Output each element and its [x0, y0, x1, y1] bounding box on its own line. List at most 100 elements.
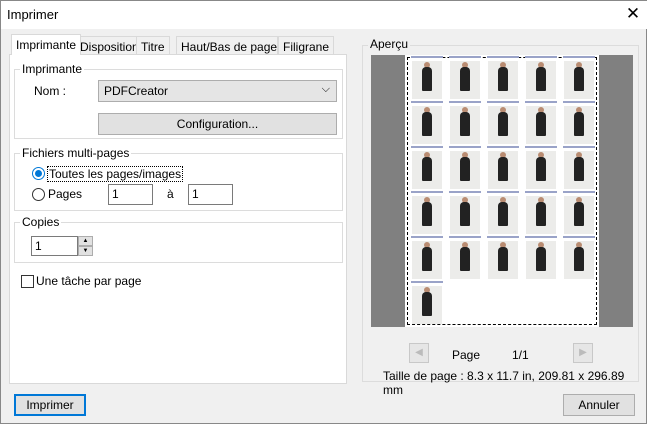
player-thumbnail	[449, 146, 481, 189]
thumbnail-caption	[487, 191, 519, 193]
player-thumbnail	[487, 191, 519, 234]
player-thumbnail	[563, 101, 595, 144]
player-thumbnail	[411, 56, 443, 99]
tab-haut-bas[interactable]: Haut/Bas de page	[176, 36, 278, 55]
player-thumbnail	[563, 146, 595, 189]
player-thumbnail	[525, 146, 557, 189]
player-thumbnail	[487, 236, 519, 279]
player-thumbnail	[449, 101, 481, 144]
thumbnail-figure	[460, 67, 470, 91]
cancel-button[interactable]: Annuler	[563, 394, 635, 416]
next-page-button[interactable]: ▶	[573, 343, 593, 363]
thumbnail-caption	[563, 146, 595, 148]
pages-label[interactable]: Pages	[48, 187, 82, 201]
thumbnail-figure	[536, 247, 546, 271]
thumbnail-figure	[422, 112, 432, 136]
thumbnail-figure	[498, 157, 508, 181]
printer-select[interactable]: PDFCreator ⌵	[98, 80, 337, 102]
player-thumbnail	[411, 281, 443, 324]
copies-up-button[interactable]: ▲	[78, 236, 93, 246]
player-thumbnail	[563, 191, 595, 234]
thumbnail-figure	[536, 112, 546, 136]
thumbnail-figure	[460, 247, 470, 271]
page-size-text: Taille de page : 8.3 x 11.7 in, 209.81 x…	[383, 369, 625, 397]
thumbnail-figure	[498, 247, 508, 271]
all-pages-label[interactable]: Toutes les pages/images	[47, 166, 184, 182]
pages-radio[interactable]	[32, 188, 45, 201]
copies-input[interactable]: 1	[31, 236, 78, 256]
print-button[interactable]: Imprimer	[14, 394, 86, 416]
tab-filigrane[interactable]: Filigrane	[278, 36, 335, 55]
thumbnail-caption	[563, 56, 595, 58]
player-thumbnail	[563, 236, 595, 279]
close-icon[interactable]: ✕	[623, 4, 643, 24]
thumbnail-figure	[574, 202, 584, 226]
thumbnail-figure	[460, 157, 470, 181]
title-bar	[1, 1, 647, 29]
page-from-input[interactable]: 1	[108, 184, 153, 205]
thumbnail-caption	[525, 56, 557, 58]
previous-page-button[interactable]: ◀	[409, 343, 429, 363]
thumbnail-figure	[536, 67, 546, 91]
chevron-down-icon: ⌵	[321, 83, 330, 95]
thumbnail-caption	[487, 56, 519, 58]
one-job-checkbox[interactable]	[21, 275, 34, 288]
page-to-input[interactable]: 1	[188, 184, 233, 205]
all-pages-radio[interactable]	[32, 167, 45, 180]
thumbnail-caption	[411, 236, 443, 238]
thumbnail-caption	[563, 236, 595, 238]
thumbnail-figure	[574, 247, 584, 271]
player-thumbnail	[449, 56, 481, 99]
thumbnail-caption	[449, 146, 481, 148]
thumbnail-caption	[411, 191, 443, 193]
tab-titre[interactable]: Titre	[136, 36, 170, 55]
thumbnail-figure	[574, 157, 584, 181]
player-thumbnail	[411, 236, 443, 279]
copies-group-label: Copies	[20, 215, 62, 229]
player-thumbnail	[487, 56, 519, 99]
player-thumbnail	[525, 236, 557, 279]
printer-group-label: Imprimante	[20, 62, 85, 76]
thumbnail-figure	[422, 292, 432, 316]
thumbnail-caption	[563, 101, 595, 103]
thumbnail-caption	[411, 101, 443, 103]
thumbnail-caption	[525, 146, 557, 148]
thumbnail-figure	[574, 112, 584, 136]
one-job-label[interactable]: Une tâche par page	[36, 274, 141, 288]
thumbnail-figure	[536, 157, 546, 181]
name-label: Nom :	[34, 84, 67, 98]
player-thumbnail	[525, 101, 557, 144]
player-thumbnail	[487, 146, 519, 189]
configuration-button[interactable]: Configuration...	[98, 113, 337, 135]
window-title: Imprimer	[7, 7, 59, 22]
thumbnail-figure	[422, 157, 432, 181]
thumbnail-caption	[411, 146, 443, 148]
thumbnail-figure	[498, 67, 508, 91]
multipage-group	[14, 153, 343, 211]
tab-imprimante[interactable]: Imprimante	[11, 34, 82, 55]
thumbnail-caption	[449, 101, 481, 103]
thumbnail-caption	[487, 236, 519, 238]
thumbnail-figure	[498, 202, 508, 226]
thumbnail-figure	[422, 247, 432, 271]
thumbnail-figure	[574, 67, 584, 91]
thumbnail-caption	[487, 101, 519, 103]
thumbnail-caption	[411, 56, 443, 58]
thumbnail-caption	[487, 146, 519, 148]
multipage-group-label: Fichiers multi-pages	[20, 146, 132, 160]
thumbnail-caption	[525, 191, 557, 193]
page-label: Page	[452, 348, 481, 362]
thumbnail-figure	[536, 202, 546, 226]
player-thumbnail	[563, 56, 595, 99]
player-thumbnail	[411, 191, 443, 234]
thumbnail-figure	[498, 112, 508, 136]
printer-select-value: PDFCreator	[104, 84, 169, 98]
thumbnail-figure	[422, 202, 432, 226]
player-thumbnail	[411, 146, 443, 189]
thumbnail-caption	[525, 101, 557, 103]
thumbnail-figure	[422, 67, 432, 91]
tab-disposition[interactable]: Disposition	[75, 36, 144, 55]
copies-down-button[interactable]: ▼	[78, 246, 93, 256]
player-thumbnail	[449, 236, 481, 279]
player-thumbnail	[525, 56, 557, 99]
